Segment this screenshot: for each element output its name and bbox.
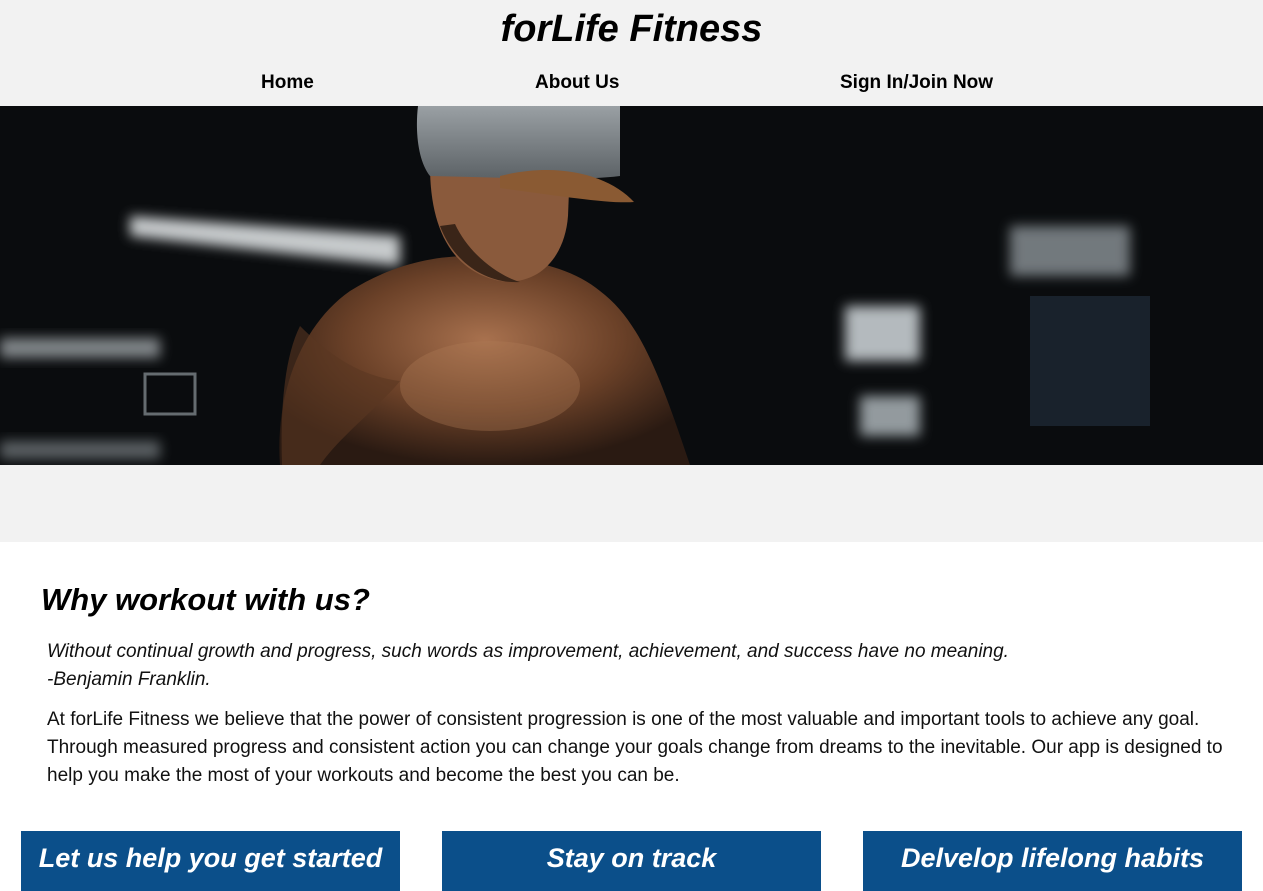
feature-card-stay-on-track[interactable]: Stay on track [442,831,821,891]
quote-author: -Benjamin Franklin. [47,669,211,690]
gym-athlete-photo-icon [0,106,1263,465]
feature-card-label: Delvelop lifelong habits [900,843,1205,873]
nav-signin-link[interactable]: Sign In/Join Now [840,72,993,94]
quote-text: Without continual growth and progress, s… [47,641,1009,662]
why-section: Why workout with us? Without continual g… [0,542,1263,891]
feature-card-get-started[interactable]: Let us help you get started [21,831,400,891]
nav-home-link[interactable]: Home [261,72,314,94]
feature-card-label: Let us help you get started [38,843,383,873]
nav-about-link[interactable]: About Us [535,72,619,94]
quote-block: Without continual growth and progress, s… [47,638,1227,694]
main-nav: Home About Us Sign In/Join Now [0,72,1263,98]
section-heading: Why workout with us? [41,582,370,617]
description-text: At forLife Fitness we believe that the p… [47,709,1223,786]
feature-card-habits[interactable]: Delvelop lifelong habits [863,831,1242,891]
hero-image [0,106,1263,465]
site-title: forLife Fitness [500,8,763,50]
feature-card-label: Stay on track [546,843,717,873]
